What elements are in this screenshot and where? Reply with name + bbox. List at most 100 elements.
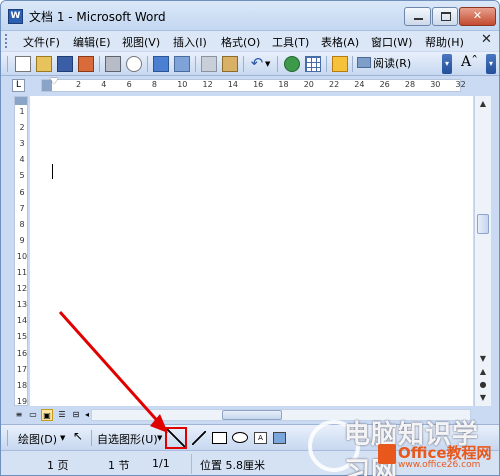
- vruler-tick-label: 11: [16, 268, 28, 277]
- line-tool-icon[interactable]: [165, 427, 187, 449]
- spelling-icon[interactable]: [153, 56, 169, 72]
- ruler-tick-label: 30: [430, 80, 441, 89]
- outline-view-icon[interactable]: ☰: [56, 409, 68, 421]
- maximize-button[interactable]: [432, 7, 458, 26]
- ruler-tick-label: 18: [278, 80, 289, 89]
- draw-dropdown-icon[interactable]: ▼: [60, 434, 65, 442]
- ruler-tick-label: 12: [202, 80, 213, 89]
- ruler-tick-label: 10: [177, 80, 188, 89]
- menu-tools[interactable]: 工具(T): [272, 34, 309, 50]
- menu-help[interactable]: 帮助(H): [425, 34, 464, 50]
- paste-icon[interactable]: [222, 56, 238, 72]
- save-icon[interactable]: [57, 56, 73, 72]
- ruler-tick-label: 4: [101, 80, 107, 89]
- toolbar-options-chevron-icon-2[interactable]: ▾: [486, 54, 496, 74]
- permission-icon[interactable]: [78, 56, 94, 72]
- drawing-toolbar-grip[interactable]: [7, 430, 8, 446]
- vruler-tick-label: 2: [19, 123, 25, 133]
- normal-view-icon[interactable]: ≡: [13, 409, 25, 421]
- reading-layout-label: 阅读(R): [373, 57, 412, 70]
- web-view-icon[interactable]: ▭: [27, 409, 39, 421]
- ruler-row: L 2 4 6 8 10 12 14 16 18 20 22 24 26 28 30 32: [1, 77, 499, 94]
- minimize-icon: [414, 18, 423, 20]
- ruler-tick-label: 22: [329, 80, 340, 89]
- drawing-toggle-icon[interactable]: [332, 56, 348, 72]
- vruler-tick-label: 10: [16, 251, 28, 261]
- menu-window[interactable]: 窗口(W): [371, 34, 412, 50]
- undo-dropdown-icon[interactable]: ▼: [265, 56, 281, 72]
- horizontal-ruler[interactable]: 2 4 6 8 10 12 14 16 18 20 22 24 26 28 30 32: [41, 78, 466, 92]
- office-logo-icon: [378, 444, 396, 464]
- ruler-tick-label: 28: [404, 80, 416, 89]
- scroll-down-icon[interactable]: ▼: [476, 352, 490, 365]
- minimize-button[interactable]: [404, 7, 431, 26]
- tab-selector[interactable]: L: [12, 79, 25, 92]
- wordart-tool-icon[interactable]: [273, 432, 286, 444]
- text-cursor: [52, 164, 53, 179]
- toolbar-separator: [352, 56, 353, 72]
- status-page-of: 1/1: [152, 457, 170, 470]
- toolbar-separator: [195, 56, 196, 72]
- textbox-tool-icon[interactable]: A: [254, 432, 267, 444]
- undo-icon[interactable]: ↶: [249, 56, 265, 72]
- vruler-tick-label: 14: [16, 316, 28, 326]
- word-window: W 文档 1 - Microsoft Word ✕ 文件(F) 编辑(E) 视图…: [0, 0, 500, 476]
- select-browse-object-icon[interactable]: ●: [476, 378, 490, 391]
- maximize-icon: [441, 12, 451, 21]
- vruler-tick-label: 18: [16, 380, 28, 390]
- first-line-indent-marker[interactable]: [50, 78, 58, 84]
- next-page-icon[interactable]: ▼: [476, 391, 490, 404]
- menu-edit[interactable]: 编辑(E): [73, 34, 111, 50]
- select-objects-icon[interactable]: ↖: [73, 429, 87, 443]
- hyperlink-icon[interactable]: [284, 56, 300, 72]
- word-app-icon[interactable]: W: [8, 9, 23, 24]
- vertical-ruler[interactable]: 1 2 3 4 5 6 7 8 9 10 11 12 13 14 15 16 17 18 19: [14, 96, 28, 406]
- new-document-icon[interactable]: [15, 56, 31, 72]
- toolbar-separator: [147, 56, 148, 72]
- status-separator: [191, 454, 192, 474]
- vertical-scroll-thumb[interactable]: [477, 214, 489, 234]
- ruler-tick-label: 20: [303, 80, 314, 89]
- menu-view[interactable]: 视图(V): [122, 34, 160, 50]
- vruler-tick-label: 15: [16, 332, 28, 342]
- previous-page-icon[interactable]: ▲: [476, 365, 490, 378]
- open-folder-icon[interactable]: [36, 56, 52, 72]
- ruler-tick-label: 8: [151, 80, 157, 89]
- toolbar-grip[interactable]: [7, 56, 8, 72]
- research-icon[interactable]: [174, 56, 190, 72]
- vruler-tick-label: 4: [19, 155, 25, 165]
- vruler-tick-label: 9: [19, 235, 25, 245]
- menu-file[interactable]: 文件(F): [23, 34, 60, 50]
- print-icon[interactable]: [105, 56, 121, 72]
- oval-tool-icon[interactable]: [232, 432, 248, 443]
- horizontal-scroll-thumb[interactable]: [222, 410, 282, 420]
- vruler-tick-label: 19: [16, 396, 28, 406]
- menu-format[interactable]: 格式(O): [221, 34, 260, 50]
- print-preview-icon[interactable]: [126, 56, 142, 72]
- document-close-icon[interactable]: ✕: [481, 32, 492, 47]
- menubar-grip-icon[interactable]: [5, 34, 8, 48]
- ruler-tick-label: 32: [455, 80, 466, 89]
- autoshapes-dropdown-icon[interactable]: ▼: [157, 434, 162, 442]
- toolbar-options-chevron-icon[interactable]: ▾: [442, 54, 452, 74]
- cut-icon[interactable]: [201, 56, 217, 72]
- close-button[interactable]: ✕: [459, 7, 496, 26]
- document-page[interactable]: [30, 96, 473, 406]
- font-size-icon[interactable]: Aˆ: [461, 54, 478, 70]
- autoshapes-menu-button[interactable]: 自选图形(U): [97, 431, 158, 447]
- reading-layout-button[interactable]: 阅读(R): [357, 55, 411, 73]
- menu-insert[interactable]: 插入(I): [173, 34, 207, 50]
- scroll-up-icon[interactable]: ▲: [476, 97, 490, 110]
- insert-table-icon[interactable]: [305, 56, 321, 72]
- rectangle-tool-icon[interactable]: [212, 432, 227, 444]
- vertical-scrollbar[interactable]: ▲ ▼ ▲ ● ▼: [474, 96, 491, 406]
- vruler-tick-label: 13: [16, 300, 28, 310]
- arrow-tool-icon[interactable]: [192, 431, 206, 445]
- draw-menu-button[interactable]: 绘图(D): [18, 431, 57, 447]
- menu-table[interactable]: 表格(A): [321, 34, 359, 50]
- toolbar-separator: [99, 56, 100, 72]
- watermark: 电脑知识学习网 Office教程网 www.office26.com: [304, 414, 500, 476]
- vruler-tick-label: 3: [19, 139, 25, 149]
- print-view-icon[interactable]: ▣: [41, 409, 53, 421]
- vruler-tick-label: 16: [16, 348, 28, 358]
